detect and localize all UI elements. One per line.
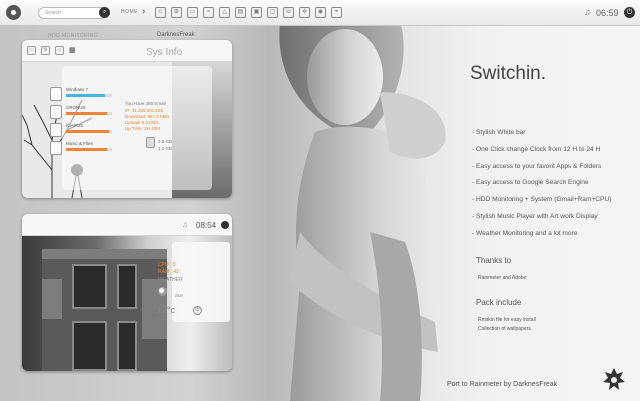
drive-usage-fill <box>66 148 108 151</box>
drive-icon <box>50 141 62 155</box>
chat-icon[interactable]: ▭ <box>27 46 36 55</box>
drive-label: CRONUS <box>66 105 86 110</box>
ip-address: IP: 41.205.201.155 <box>125 108 164 113</box>
ram-usage: RAM : 43 <box>158 269 179 275</box>
drive-item[interactable]: ICARUS <box>50 123 120 138</box>
drive-item[interactable]: Music & Files <box>50 141 120 156</box>
drive-icon <box>50 105 62 119</box>
drive-usage-fill <box>66 112 108 115</box>
top-bar: Search ⌕ HOME › ☺ ⚙ ▭ ≈ △ ▤ ▣ ▢ ☏ ✲ ◉ ⌖ … <box>0 0 640 26</box>
email-count[interactable]: You Have 280 Email <box>125 101 166 106</box>
drive-label: ICARUS <box>66 123 84 128</box>
drive-item[interactable]: CRONUS <box>50 105 120 120</box>
settings-icon[interactable]: ⚙ <box>41 46 50 55</box>
widget-toolbar: ▭ ⚙ ◇ ▦ <box>22 40 232 62</box>
search-button[interactable]: ⌕ <box>99 7 110 18</box>
widget-toolbar: ♫ 08:54 <box>22 214 232 236</box>
hdd-monitoring-title: HDD MONITORING <box>48 33 99 39</box>
settings-icon[interactable]: ⚙ <box>171 7 182 18</box>
pin-icon[interactable]: ⌖ <box>331 7 342 18</box>
weather-day: Sun <box>175 293 184 298</box>
author-logo <box>603 368 625 390</box>
drive-usage-bar <box>66 112 112 115</box>
drive-usage-fill <box>66 130 109 133</box>
topbar-clock[interactable]: 06:59 <box>596 8 619 18</box>
feature-list: - Stylish White bar - One Click change C… <box>472 128 611 246</box>
pack-heading: Pack include <box>476 298 522 307</box>
drive-usage-bar <box>66 148 112 151</box>
music-weather-widget: ♫ 08:54 <box>22 214 232 371</box>
wallpaper-photo-figure <box>279 22 446 401</box>
drive-usage-bar <box>66 130 112 133</box>
cpu-usage: CPU : 5 <box>158 262 176 268</box>
thanks-heading: Thanks to <box>476 256 512 265</box>
drive-icon <box>50 123 62 137</box>
triangle-icon[interactable]: △ <box>219 7 230 18</box>
user-name: DarknesFreak <box>157 32 195 38</box>
widget-clock[interactable]: 08:54 <box>196 221 216 230</box>
image-icon[interactable]: ▣ <box>251 7 262 18</box>
pack-item: Collection of wallpapers <box>478 326 531 332</box>
theme-title: Switchin. <box>470 63 547 84</box>
pack-item: Rmskin file for easy install <box>478 317 536 323</box>
app-shortcuts: ☺ ⚙ ▭ ≈ △ ▤ ▣ ▢ ☏ ✲ ◉ ⌖ <box>155 7 342 19</box>
drive-icon <box>50 87 62 101</box>
drive-usage-bar <box>66 94 112 97</box>
grid-icon[interactable]: ▦ <box>69 46 78 55</box>
people-icon[interactable]: ☺ <box>155 7 166 18</box>
sys-info-title: Sys Info <box>146 47 183 58</box>
ram-icon <box>146 137 155 148</box>
gear-icon[interactable]: ✲ <box>299 7 310 18</box>
cloud-icon <box>158 287 167 296</box>
list-item: - HDD Monitoring + System (Gmail+Ram+CPU… <box>472 196 612 204</box>
music-note-icon[interactable]: ♫ <box>584 7 591 17</box>
thanks-text: Rainmeter and Adobe <box>478 275 527 281</box>
power-icon[interactable]: ⏻ <box>193 306 202 315</box>
home-link[interactable]: HOME <box>121 9 138 15</box>
drive-label: Music & Files <box>66 141 93 146</box>
phone-icon[interactable]: ☏ <box>283 7 294 18</box>
temperature: 13°c <box>157 305 176 315</box>
uptime: Up Time: 2H 40M <box>125 126 161 131</box>
music-note-icon[interactable]: ♫ <box>182 220 188 229</box>
list-item: - Weather Monitoring and a lot more <box>472 229 578 237</box>
logo-icon[interactable] <box>6 5 21 20</box>
power-icon[interactable] <box>221 221 229 229</box>
building-image <box>42 249 167 371</box>
monitor-icon[interactable]: ▢ <box>267 7 278 18</box>
arrow-right-icon: › <box>142 6 146 17</box>
drive-item[interactable]: Windows 7 <box>50 87 120 102</box>
drive-usage-fill <box>66 94 106 97</box>
power-icon[interactable]: ⏻ <box>624 7 635 18</box>
list-item: - Easy access to your favorit Apps & Fol… <box>472 162 602 170</box>
camera-icon[interactable]: ◉ <box>315 7 326 18</box>
list-item: - Stylish White bar <box>472 129 526 136</box>
list-item: - Stylish Music Player with Art work Dis… <box>472 212 598 220</box>
wifi-icon[interactable]: ≈ <box>203 7 214 18</box>
list-item: - One Click change Clock from 12 H to 24… <box>472 145 601 153</box>
monitor-icon[interactable]: ▭ <box>187 7 198 18</box>
ram-free: 1.1 GB <box>158 146 173 151</box>
folder-icon[interactable]: ▤ <box>235 7 246 18</box>
drive-label: Windows 7 <box>66 87 89 92</box>
ram-used: 3.5 GB <box>158 139 173 144</box>
weather-label: WEATHER <box>158 277 183 283</box>
list-item: - Easy access to Google Search Engine <box>472 179 589 187</box>
search-input[interactable]: Search <box>38 7 108 19</box>
download-speed: Download: 967.5 KB/s <box>125 114 170 119</box>
upload-speed: Upload: 5.2 KB/s <box>125 120 159 125</box>
shield-icon[interactable]: ◇ <box>55 46 64 55</box>
footer-credit: Port to Rainmeter by DarknesFreak <box>447 381 558 388</box>
